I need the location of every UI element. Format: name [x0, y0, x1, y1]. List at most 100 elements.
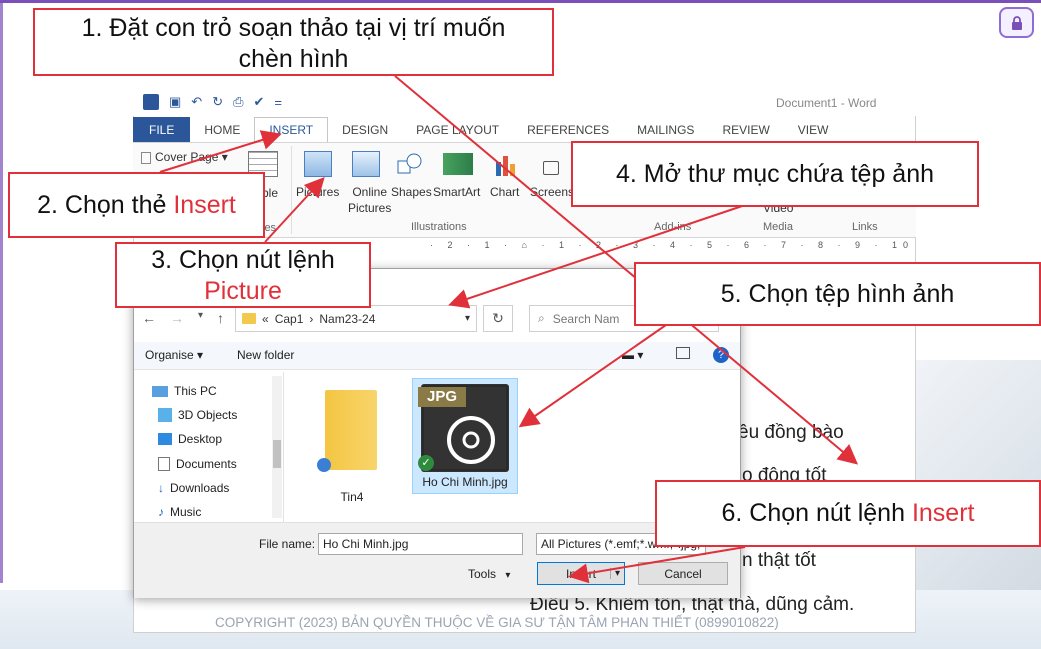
documents-icon	[158, 457, 170, 471]
path-segment-cap1[interactable]: Cap1	[275, 312, 304, 326]
callout-2-text: 2. Chọn thẻ	[37, 191, 174, 219]
tab-mailings[interactable]: MAILINGS	[623, 117, 708, 142]
file-item-tin4[interactable]: Tin4	[307, 386, 397, 504]
3d-objects-icon	[158, 408, 172, 422]
tab-file[interactable]: FILE	[133, 117, 191, 142]
nav-desktop[interactable]: Desktop	[158, 432, 222, 446]
callout-2-highlight: Insert	[173, 191, 236, 219]
nav-scrollbar-thumb[interactable]	[273, 440, 281, 468]
print-preview-icon[interactable]: ⎙	[233, 94, 243, 110]
nav-label: Music	[170, 505, 202, 519]
spelling-icon[interactable]: ✔	[254, 94, 265, 110]
sync-icon	[317, 458, 331, 472]
screenshot-icon[interactable]	[543, 161, 559, 175]
tab-review[interactable]: REVIEW	[708, 117, 783, 142]
insert-label: Insert	[565, 566, 596, 581]
search-icon: ⌕	[538, 311, 545, 325]
tab-view[interactable]: VIEW	[784, 117, 843, 142]
customize-qat-icon[interactable]: =	[274, 95, 282, 110]
folder-icon	[242, 313, 256, 324]
lock-button[interactable]	[999, 7, 1034, 38]
online-pictures-icon[interactable]	[352, 151, 380, 177]
nav-label: This PC	[174, 384, 217, 398]
illustrations-group-label: Illustrations	[411, 221, 467, 233]
callout-1-line-1: 1. Đặt con trỏ soạn thảo tại vị trí muốn	[81, 14, 506, 42]
slide-left-bar	[0, 3, 3, 583]
nav-documents[interactable]: Documents	[158, 457, 237, 471]
downloads-icon: ↓	[158, 481, 164, 495]
new-folder-button[interactable]: New folder	[237, 348, 294, 362]
path-overflow[interactable]: «	[262, 312, 269, 326]
shapes-label[interactable]: Shapes	[391, 185, 432, 199]
online-pictures-label[interactable]: Online Pictures	[348, 185, 391, 216]
ribbon-tabs: FILE HOME INSERT DESIGN PAGE LAYOUT REFE…	[133, 117, 916, 142]
nav-scrollbar[interactable]	[272, 376, 282, 518]
address-dropdown-icon[interactable]: ▾	[465, 313, 470, 324]
file-name: Ho Chi Minh.jpg	[422, 475, 508, 489]
horizontal-ruler[interactable]: · 2 · 1 · ⌂ · 1 · 2 · 3 · 4 · 5 · 6 · 7 …	[430, 240, 916, 254]
shapes-icon[interactable]	[396, 151, 424, 177]
pictures-icon[interactable]	[304, 151, 332, 177]
links-group-label: Links	[852, 221, 878, 233]
up-icon[interactable]: ↑	[217, 310, 224, 326]
path-segment-nam23-24[interactable]: Nam23-24	[319, 312, 375, 326]
address-bar[interactable]: « Cap1 › Nam23-24 ▾	[235, 305, 477, 332]
save-icon[interactable]: ▣	[169, 94, 181, 110]
nav-label: Downloads	[170, 481, 230, 495]
chevron-down-icon: ▾	[505, 570, 511, 581]
smartart-icon[interactable]	[443, 153, 473, 175]
tools-button[interactable]: Tools ▾	[468, 567, 510, 581]
forward-icon[interactable]: →	[170, 310, 184, 326]
callout-step-4: 4. Mở thư mục chứa tệp ảnh	[571, 141, 979, 207]
filename-input[interactable]: Ho Chi Minh.jpg	[318, 533, 523, 555]
preview-pane-icon[interactable]	[676, 347, 690, 359]
callout-6-highlight: Insert	[911, 499, 975, 527]
nav-music[interactable]: ♪ Music	[158, 505, 201, 519]
callout-1-line-2: chèn hình	[238, 45, 349, 74]
recent-dropdown-icon[interactable]: ▾	[198, 310, 203, 326]
organise-button[interactable]: Organise ▾	[145, 348, 203, 362]
tab-design[interactable]: DESIGN	[328, 117, 402, 142]
tab-insert[interactable]: INSERT	[254, 117, 329, 142]
document-title: Document1 - Word	[776, 96, 877, 110]
online-label: Online	[352, 185, 388, 199]
nav-downloads[interactable]: ↓ Downloads	[158, 481, 229, 495]
doc-line-1: êu đồng bào	[738, 422, 844, 443]
undo-icon[interactable]: ↶	[191, 94, 202, 110]
copyright-text: COPYRIGHT (2023) BẢN QUYỀN THUỘC VỀ GIA …	[215, 615, 779, 630]
addins-group-label: Add-ins	[654, 221, 692, 233]
tab-home[interactable]: HOME	[190, 117, 254, 142]
media-group-label: Media	[763, 221, 793, 233]
music-icon: ♪	[158, 505, 164, 519]
tab-page-layout[interactable]: PAGE LAYOUT	[402, 117, 513, 142]
screenshot-label[interactable]: Screens	[530, 185, 574, 199]
nav-label: Documents	[176, 457, 237, 471]
sync-check-icon: ✓	[418, 455, 434, 471]
nav-3d-objects[interactable]: 3D Objects	[158, 408, 237, 422]
nav-label: 3D Objects	[178, 408, 238, 422]
insert-dropdown-icon[interactable]: ▾	[609, 568, 620, 579]
smartart-label[interactable]: SmartArt	[433, 185, 480, 199]
chart-label[interactable]: Chart	[490, 185, 519, 199]
chart-icon[interactable]	[494, 152, 518, 176]
pictures-button-label[interactable]: Pictures	[296, 185, 339, 199]
cover-page-button[interactable]: Cover Page ▾	[141, 150, 228, 164]
doc-line-3: n thật tốt	[742, 550, 816, 571]
redo-icon[interactable]: ↻	[212, 94, 223, 110]
cancel-button[interactable]: Cancel	[638, 562, 728, 585]
view-options-icon[interactable]: ▬ ▾	[622, 348, 643, 362]
help-icon[interactable]: ?	[713, 347, 729, 363]
tab-references[interactable]: REFERENCES	[513, 117, 623, 142]
online-pictures-sublabel: Pictures	[348, 200, 392, 215]
nav-this-pc[interactable]: This PC	[152, 384, 217, 398]
word-logo-icon	[143, 94, 159, 110]
ribbon-separator	[291, 146, 292, 234]
lock-icon	[1011, 15, 1022, 30]
file-item-ho-chi-minh[interactable]: JPG ✓ Ho Chi Minh.jpg	[412, 378, 518, 494]
back-icon[interactable]: ←	[142, 310, 156, 326]
insert-button[interactable]: Insert ▾	[537, 562, 625, 585]
tools-label: Tools	[468, 567, 497, 581]
refresh-button[interactable]: ↻	[483, 305, 513, 332]
callout-6-text: 6. Chọn nút lệnh	[721, 499, 912, 527]
callout-step-5: 5. Chọn tệp hình ảnh	[634, 262, 1041, 326]
